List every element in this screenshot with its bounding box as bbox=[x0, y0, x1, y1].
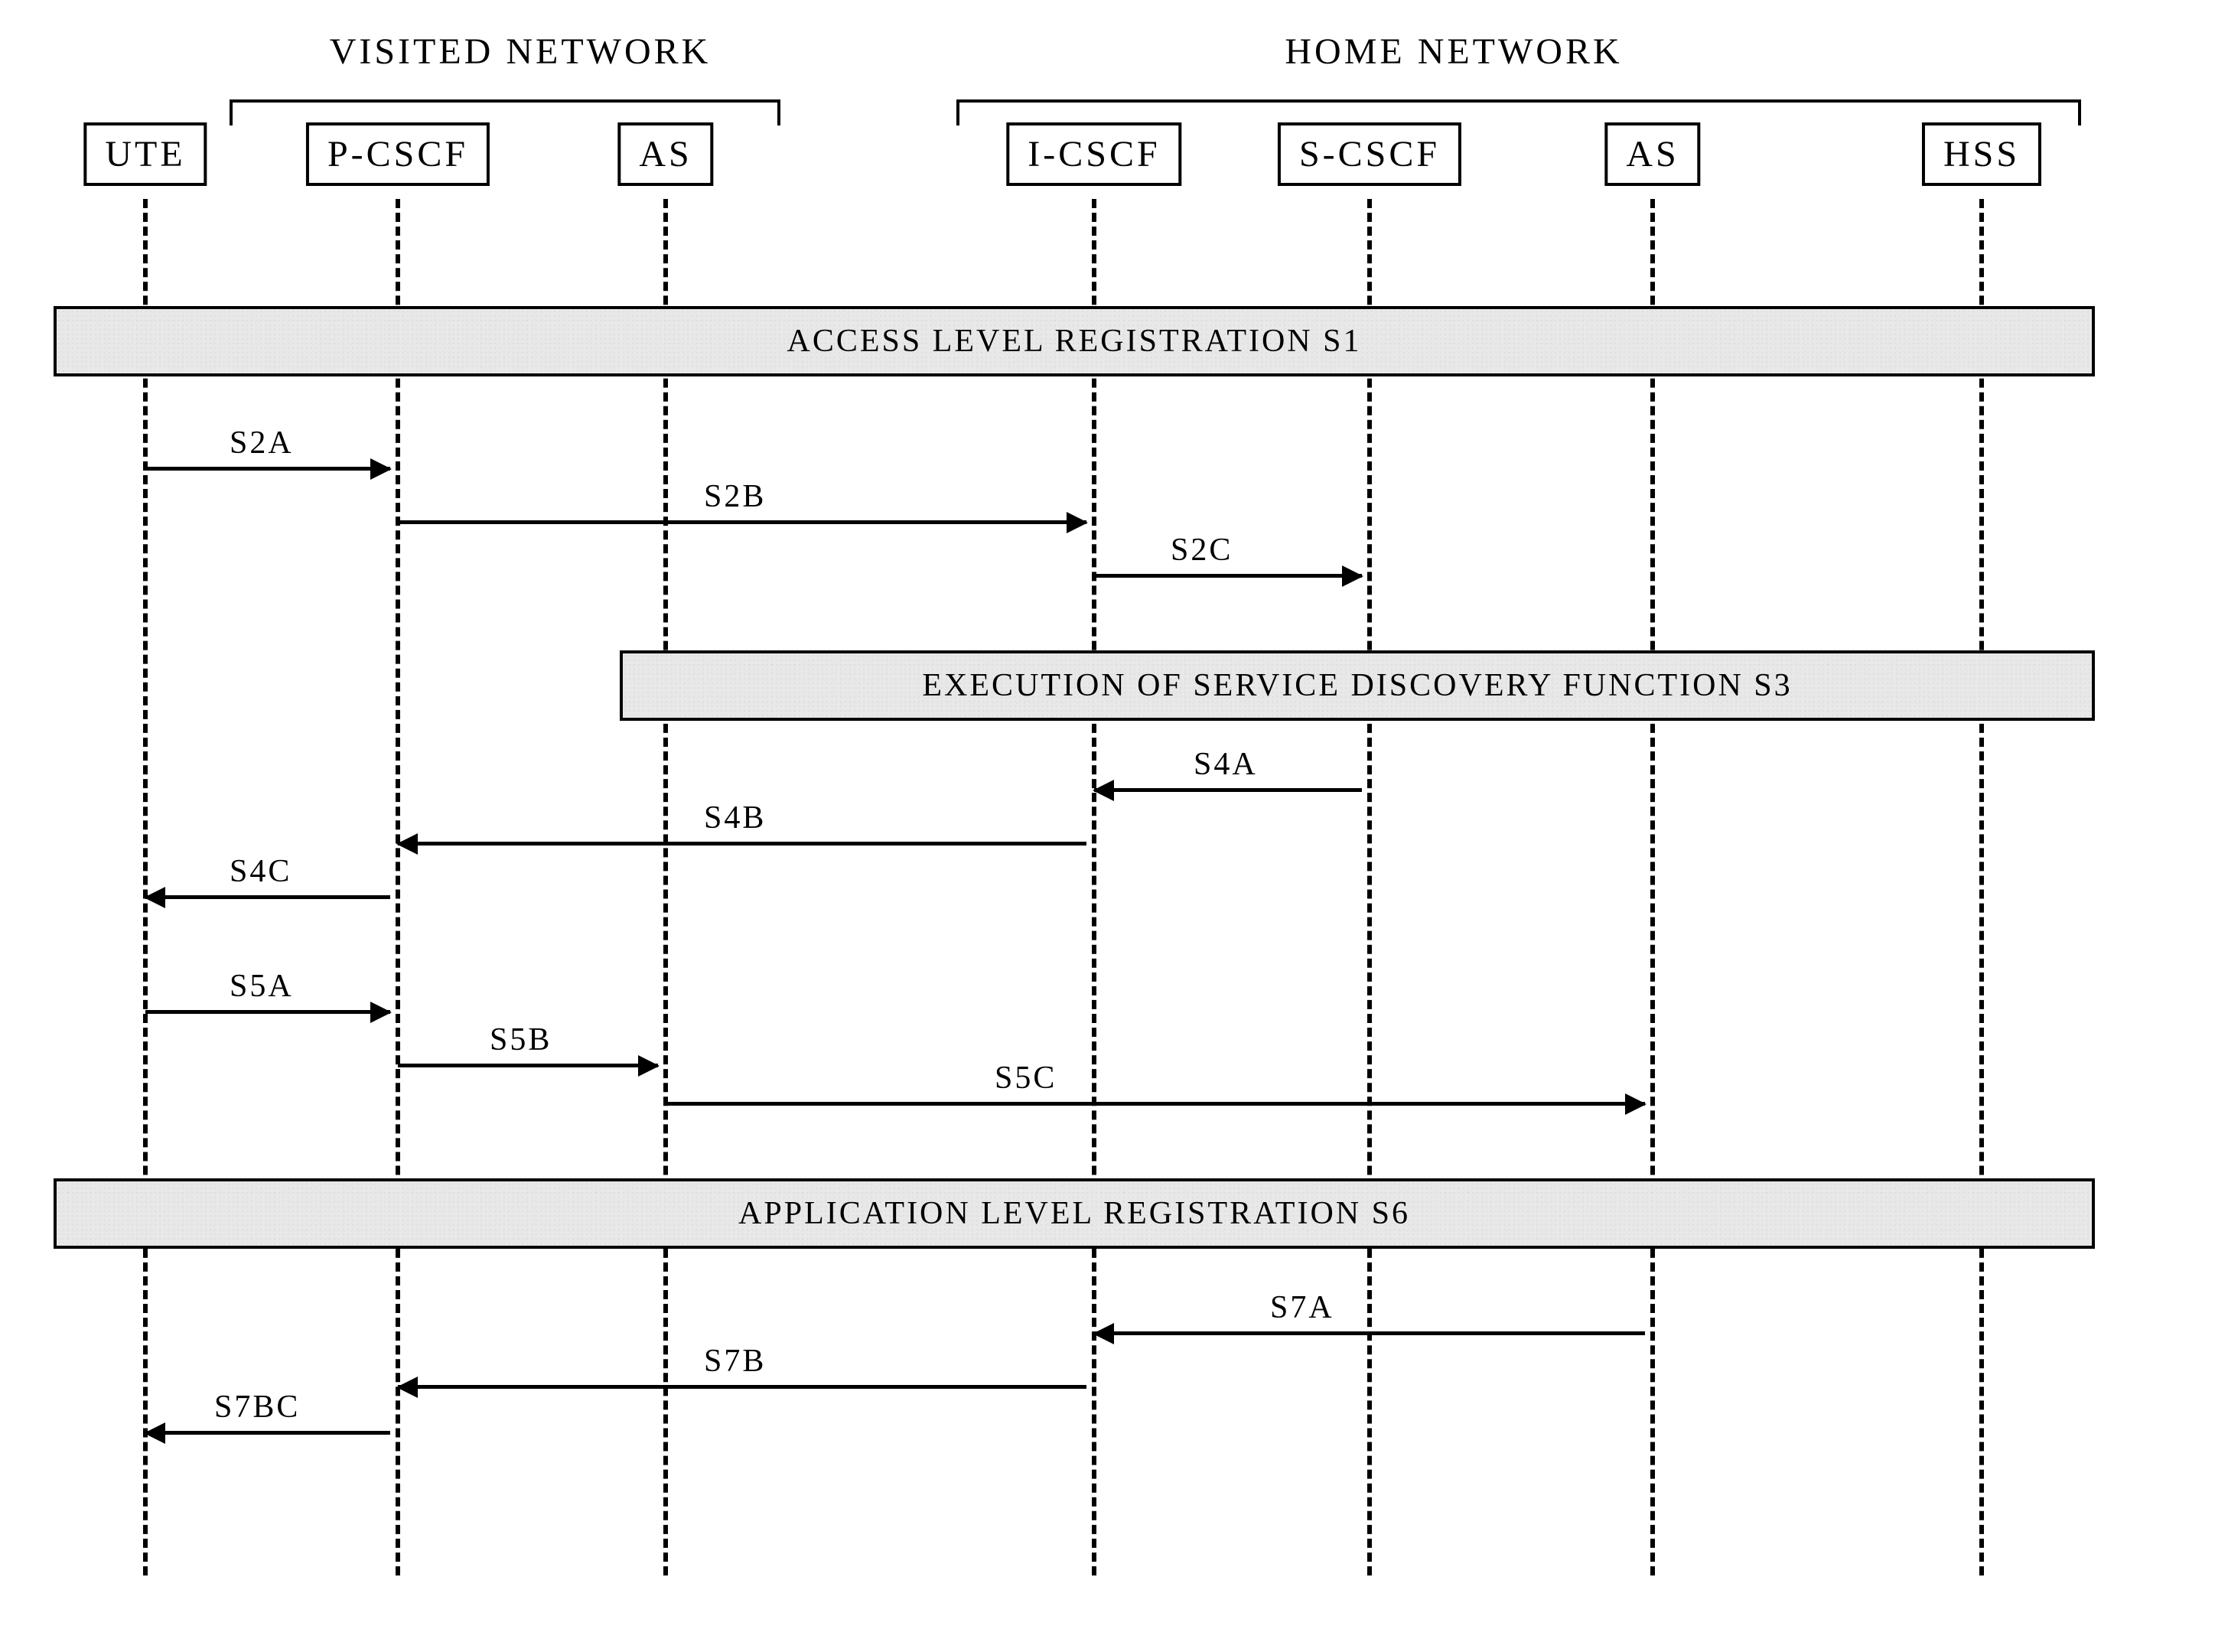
label-s2a: S2A bbox=[230, 425, 294, 461]
label-s4a: S4A bbox=[1194, 746, 1258, 783]
lifeline-hss bbox=[1979, 199, 1984, 1575]
actor-ash: AS bbox=[1604, 122, 1700, 186]
group-label-home: HOME NETWORK bbox=[1186, 31, 1721, 73]
actor-pcscf: P-CSCF bbox=[306, 122, 490, 186]
label-s7bc: S7BC bbox=[214, 1389, 300, 1426]
sequence-diagram: VISITED NETWORK HOME NETWORK UTE P-CSCF … bbox=[0, 0, 2228, 1652]
arrow-s7a bbox=[1094, 1331, 1645, 1335]
arrow-s5b bbox=[398, 1064, 658, 1067]
label-s5a: S5A bbox=[230, 968, 294, 1005]
label-s5b: S5B bbox=[490, 1022, 552, 1058]
actor-scscf: S-CSCF bbox=[1278, 122, 1461, 186]
label-s4b: S4B bbox=[704, 800, 766, 836]
label-s7b: S7B bbox=[704, 1343, 766, 1380]
arrow-s2b bbox=[398, 520, 1086, 524]
label-s5c: S5C bbox=[995, 1060, 1057, 1096]
label-s4c: S4C bbox=[230, 853, 292, 890]
label-s2b: S2B bbox=[704, 478, 766, 515]
arrow-s5a bbox=[145, 1010, 390, 1014]
arrow-s7bc bbox=[145, 1431, 390, 1435]
label-s7a: S7A bbox=[1270, 1289, 1334, 1326]
lifeline-scscf bbox=[1367, 199, 1372, 1575]
arrow-s4a bbox=[1094, 788, 1362, 792]
group-label-visited: VISITED NETWORK bbox=[252, 31, 788, 73]
lifeline-pcscf bbox=[396, 199, 400, 1575]
arrow-s4c bbox=[145, 895, 390, 899]
label-s2c: S2C bbox=[1171, 532, 1233, 569]
lifeline-icscf bbox=[1092, 199, 1096, 1575]
step-s3: EXECUTION OF SERVICE DISCOVERY FUNCTION … bbox=[620, 650, 2095, 721]
arrow-s2c bbox=[1094, 574, 1362, 578]
actor-icscf: I-CSCF bbox=[1006, 122, 1181, 186]
actor-ute: UTE bbox=[83, 122, 207, 186]
actor-hss: HSS bbox=[1922, 122, 2041, 186]
lifeline-asv bbox=[663, 199, 668, 1575]
arrow-s2a bbox=[145, 467, 390, 471]
arrow-s5c bbox=[666, 1102, 1645, 1106]
actor-asv: AS bbox=[617, 122, 713, 186]
step-s6: APPLICATION LEVEL REGISTRATION S6 bbox=[54, 1178, 2095, 1249]
arrow-s7b bbox=[398, 1385, 1086, 1389]
lifeline-ash bbox=[1650, 199, 1655, 1575]
bracket-visited bbox=[230, 99, 780, 103]
bracket-home bbox=[956, 99, 2081, 103]
arrow-s4b bbox=[398, 842, 1086, 846]
step-s1: ACCESS LEVEL REGISTRATION S1 bbox=[54, 306, 2095, 376]
